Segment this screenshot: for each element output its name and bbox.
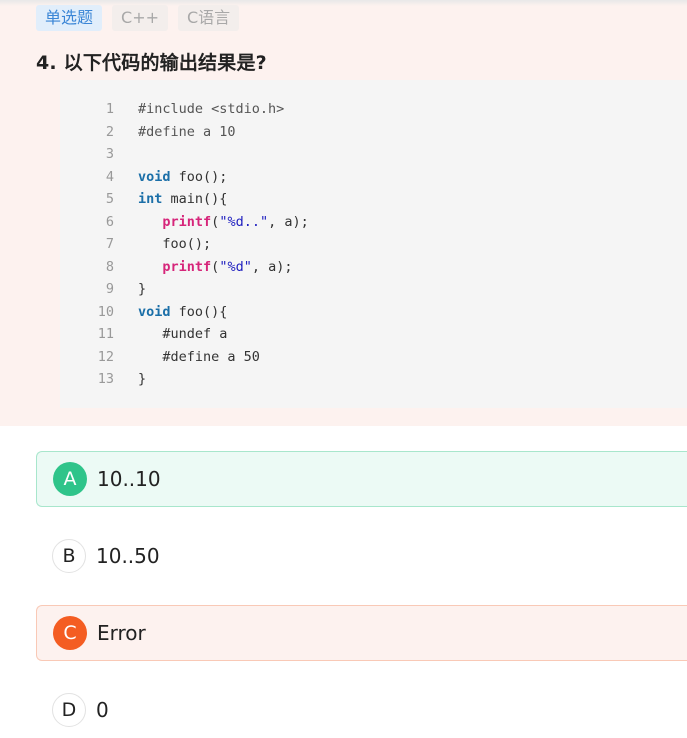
- code-text: printf("%d..", a);: [138, 211, 309, 233]
- option-b[interactable]: B 10..50: [36, 528, 687, 584]
- code-token: "%d": [219, 258, 252, 275]
- line-number: 12: [97, 348, 114, 365]
- line-number: 13: [97, 371, 114, 387]
- code-line: 8 printf("%d", a);: [60, 256, 660, 278]
- question-panel: 单选题 C++ C语言 4. 以下代码的输出结果是? 1 #include <st…: [0, 0, 687, 426]
- code-line: 3: [60, 143, 660, 165]
- code-text: void foo(){: [138, 301, 227, 323]
- option-text: 0: [96, 698, 109, 722]
- code-token: }: [138, 371, 147, 387]
- tag-question-type[interactable]: 单选题: [36, 5, 103, 31]
- line-number: 5: [105, 191, 114, 207]
- code-token: printf: [162, 258, 212, 275]
- code-token: #undef a: [138, 326, 228, 342]
- code-token: main(){: [162, 191, 228, 207]
- code-token: , a);: [268, 213, 309, 230]
- line-number: 11: [97, 326, 114, 342]
- code-block: 1 #include <stdio.h> 2 #define a 10 3 4 void f…: [60, 80, 687, 408]
- code-line: 13}: [60, 368, 660, 390]
- question-title: 4. 以下代码的输出结果是?: [36, 52, 267, 74]
- code-token: , a);: [251, 258, 293, 275]
- code-text: void foo();: [138, 166, 227, 188]
- option-d[interactable]: D 0: [36, 682, 687, 738]
- code-line: 7 foo();: [60, 233, 660, 255]
- code-line: 10 void foo(){: [60, 301, 660, 323]
- code-text: foo();: [138, 233, 211, 255]
- code-line: 4 void foo();: [60, 166, 660, 188]
- code-text: #define a 50: [138, 346, 260, 368]
- line-number: 9: [105, 281, 114, 297]
- code-token: foo();: [170, 168, 228, 185]
- line-number: 4: [105, 168, 114, 185]
- code-token: "%d..": [219, 213, 269, 230]
- code-line: 12 #define a 50: [60, 346, 660, 368]
- tag-cpp[interactable]: C++: [112, 5, 168, 31]
- line-number: 8: [105, 258, 114, 275]
- code-token: void: [138, 168, 171, 185]
- option-letter-badge: A: [53, 462, 87, 496]
- option-text: Error: [97, 621, 146, 645]
- code-line: 6 printf("%d..", a);: [60, 211, 660, 233]
- option-letter-badge: C: [53, 616, 87, 650]
- tag-list: 单选题 C++ C语言: [36, 5, 249, 31]
- line-number: 2: [105, 123, 114, 140]
- code-token: #include <stdio.h>: [138, 101, 285, 117]
- code-line: 2 #define a 10: [60, 121, 660, 143]
- tag-c-language[interactable]: C语言: [178, 5, 240, 31]
- code-token: }: [138, 281, 147, 297]
- line-number: 10: [97, 303, 114, 320]
- code-token: void: [138, 303, 171, 320]
- option-letter-badge: B: [52, 539, 86, 573]
- option-letter-badge: D: [52, 693, 86, 727]
- code-text: printf("%d", a);: [138, 256, 292, 278]
- code-text: #undef a: [138, 323, 227, 345]
- code-token: foo(){: [170, 303, 228, 320]
- option-text: 10..50: [96, 544, 160, 568]
- code-token: printf: [162, 213, 212, 230]
- option-text: 10..10: [97, 467, 161, 491]
- code-text: #include <stdio.h>: [138, 98, 284, 120]
- option-c[interactable]: C Error: [36, 605, 687, 661]
- code-text: }: [138, 368, 146, 390]
- code-text: }: [138, 278, 146, 300]
- line-number: 6: [105, 213, 114, 230]
- line-number: 7: [105, 236, 114, 252]
- code-token: #define a 50: [138, 348, 260, 365]
- code-line: 11 #undef a: [60, 323, 660, 345]
- code-text: #define a 10: [138, 121, 236, 143]
- code-token: foo();: [138, 236, 212, 252]
- code-token: int: [138, 191, 163, 207]
- code-text: int main(){: [138, 188, 227, 210]
- line-number: 1: [105, 101, 114, 117]
- code-line: 9}: [60, 278, 660, 300]
- line-number: 3: [105, 146, 114, 162]
- code-line: 1 #include <stdio.h>: [60, 98, 660, 120]
- option-a[interactable]: A 10..10: [36, 451, 687, 507]
- code-line: 5 int main(){: [60, 188, 660, 210]
- code-token: #define a 10: [138, 123, 236, 140]
